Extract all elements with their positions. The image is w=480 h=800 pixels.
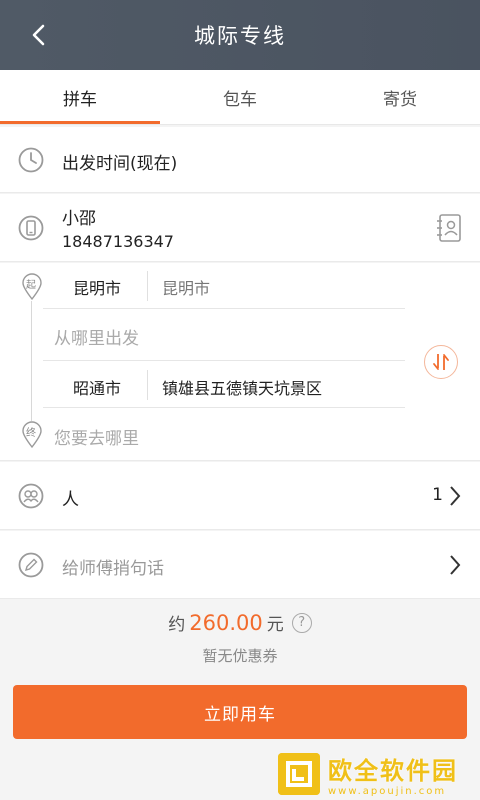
route-divider <box>43 360 405 361</box>
tab-carpool[interactable]: 拼车 <box>0 70 160 124</box>
watermark-icon <box>278 753 320 795</box>
from-address-input[interactable]: 从哪里出发 <box>54 324 139 349</box>
route-divider <box>43 308 405 309</box>
to-address-value[interactable]: 镇雄县五德镇天坑景区 <box>162 375 322 399</box>
watermark-url: www.apoujin.com <box>328 786 447 797</box>
passenger-count: 1 <box>432 485 443 505</box>
price-unit: 元 <box>266 615 284 635</box>
back-button[interactable] <box>22 18 56 52</box>
price-prefix: 约 <box>168 615 186 635</box>
chevron-right-icon <box>450 555 461 575</box>
price-help-icon[interactable]: ? <box>291 612 312 633</box>
address-book-icon[interactable] <box>435 213 463 243</box>
contact-phone: 18487136347 <box>62 232 174 251</box>
to-address-input[interactable]: 您要去哪里 <box>54 424 139 449</box>
message-row[interactable]: 给师傅捎句话 <box>0 531 480 599</box>
passenger-label: 人 <box>62 490 79 510</box>
chevron-left-icon <box>32 24 45 46</box>
price-summary: 约 260.00 元? 暂无优惠券 <box>0 600 480 680</box>
from-city-select[interactable]: 昆明市 <box>73 275 121 299</box>
page-title: 城际专线 <box>194 24 286 48</box>
to-separator <box>147 370 148 400</box>
tab-parcel[interactable]: 寄货 <box>320 70 480 124</box>
clock-icon <box>18 147 44 173</box>
book-now-button[interactable]: 立即用车 <box>13 685 467 739</box>
chevron-right-icon <box>450 486 461 506</box>
end-marker-label: 终 <box>26 428 36 439</box>
price-amount: 260.00 <box>189 610 263 635</box>
people-icon <box>18 483 44 509</box>
service-tabs: 拼车 包车 寄货 <box>0 70 480 125</box>
swap-icon <box>433 354 449 370</box>
to-city-select[interactable]: 昭通市 <box>73 375 121 399</box>
tab-charter[interactable]: 包车 <box>160 70 320 124</box>
contact-name: 小邵 <box>62 209 96 229</box>
from-city-value: 昆明市 <box>162 279 211 298</box>
watermark-logo: 欧全软件园 www.apoujin.com <box>278 748 478 800</box>
contact-row[interactable]: 小邵 18487136347 <box>0 194 480 262</box>
route-card: 起 终 昆明市 昆明市 从哪里出发 昭通市 镇雄县五德镇天坑景区 您要去哪里 <box>0 263 480 461</box>
route-divider <box>43 407 405 408</box>
coupon-status[interactable]: 暂无优惠券 <box>0 645 480 666</box>
pencil-icon <box>18 552 44 578</box>
swap-route-button[interactable] <box>424 345 458 379</box>
watermark-text: 欧全软件园 www.apoujin.com <box>328 751 458 797</box>
start-marker-label: 起 <box>26 280 36 291</box>
message-input[interactable]: 给师傅捎句话 <box>62 554 164 579</box>
departure-time-label: 出发时间(现在) <box>62 154 178 174</box>
app-header: 城际专线 <box>0 0 480 70</box>
departure-time-row[interactable]: 出发时间(现在) <box>0 127 480 193</box>
from-separator <box>147 271 148 301</box>
phone-icon <box>18 215 44 241</box>
watermark-title: 欧全软件园 <box>328 757 458 785</box>
route-connector <box>31 301 32 421</box>
passenger-row[interactable]: 人 1 <box>0 462 480 530</box>
price-line: 约 260.00 元? <box>0 610 480 635</box>
